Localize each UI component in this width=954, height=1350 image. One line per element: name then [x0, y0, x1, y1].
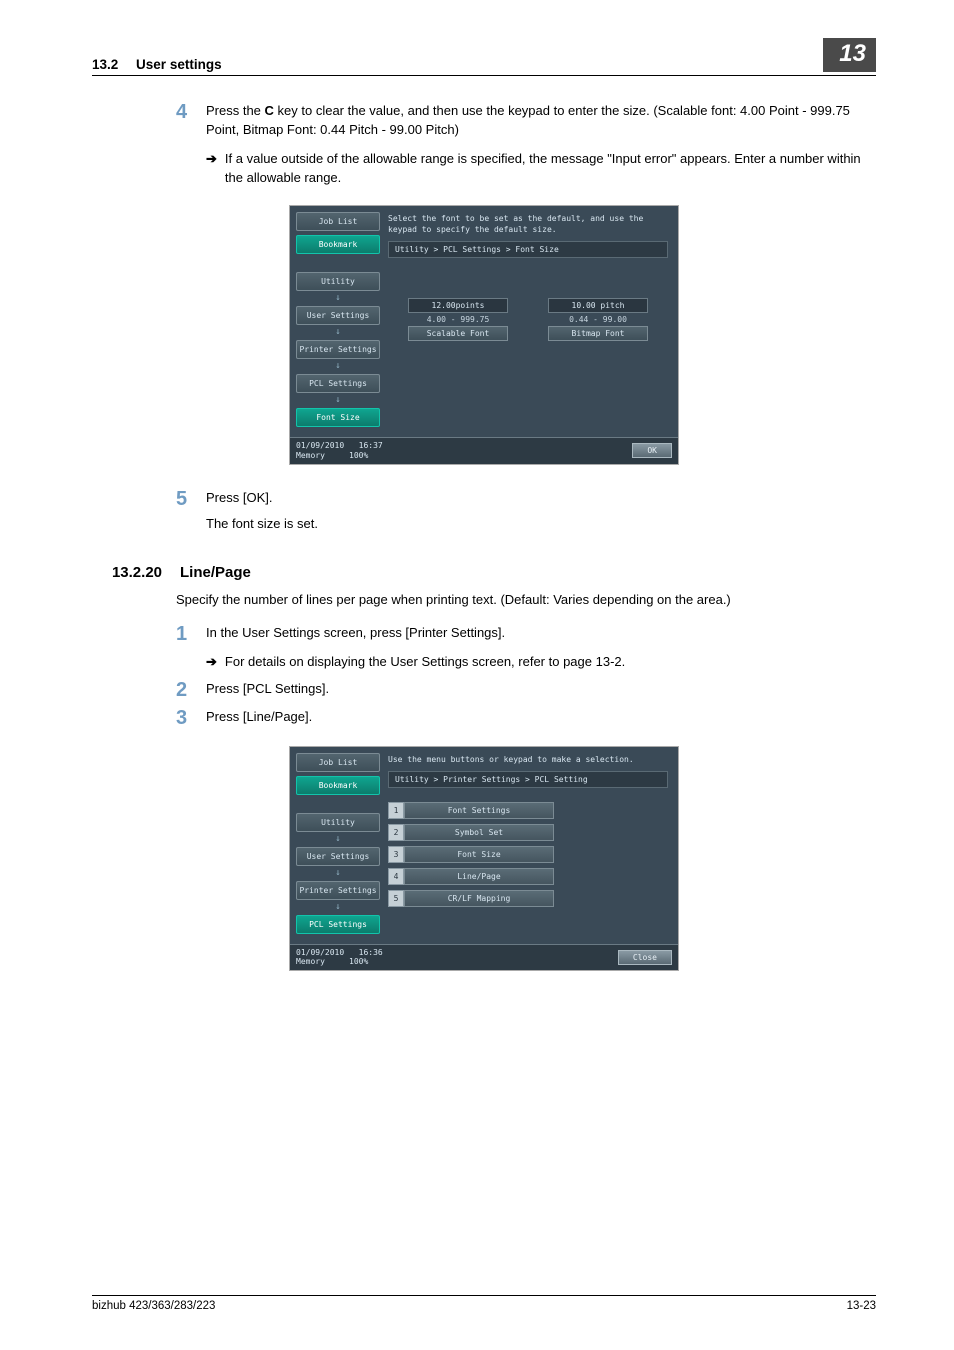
breadcrumb: Utility > PCL Settings > Font Size — [388, 241, 668, 258]
step-3-text: Press [Line/Page]. — [206, 709, 312, 724]
page-footer: bizhub 423/363/283/223 13-23 — [92, 1295, 876, 1312]
panel-footer: 01/09/2010 16:36 Memory 100% Close — [290, 944, 678, 970]
step-number: 5 — [176, 489, 206, 535]
footer-mem-label: Memory — [296, 451, 325, 460]
crumb-utility[interactable]: Utility — [296, 813, 380, 832]
footer-date: 01/09/2010 — [296, 948, 344, 957]
step-4: 4 Press the C key to clear the value, an… — [176, 102, 876, 187]
panel-footer: 01/09/2010 16:37 Memory 100% OK — [290, 437, 678, 463]
footer-mem-label: Memory — [296, 957, 325, 966]
menu-label: Font Settings — [404, 802, 554, 819]
menu-number: 5 — [388, 890, 404, 907]
step-1: 1 In the User Settings screen, press [Pr… — [176, 624, 876, 672]
step-number: 1 — [176, 624, 206, 672]
chevron-down-icon: ↓ — [296, 361, 380, 371]
menu-item-font-settings[interactable]: 1 Font Settings — [388, 802, 668, 819]
step-2-text: Press [PCL Settings]. — [206, 681, 329, 696]
section-intro: Specify the number of lines per page whe… — [176, 591, 876, 610]
chevron-down-icon: ↓ — [296, 327, 380, 337]
scalable-value: 12.00points — [408, 298, 508, 313]
step-number: 3 — [176, 708, 206, 728]
crumb-font-size[interactable]: Font Size — [296, 408, 380, 427]
chevron-down-icon: ↓ — [296, 395, 380, 405]
step-number: 4 — [176, 102, 206, 187]
menu-label: Font Size — [404, 846, 554, 863]
scalable-font-button[interactable]: Scalable Font — [408, 326, 508, 341]
job-list-button[interactable]: Job List — [296, 212, 380, 231]
crumb-pcl-settings[interactable]: PCL Settings — [296, 374, 380, 393]
arrow-icon: ➔ — [206, 150, 217, 188]
step-5: 5 Press [OK]. The font size is set. — [176, 489, 876, 535]
bitmap-range: 0.44 - 99.00 — [548, 315, 648, 324]
page-header: 13.2 User settings 13 — [92, 38, 876, 76]
footer-time: 16:36 — [359, 948, 383, 957]
step-5-line1: Press [OK]. — [206, 489, 876, 508]
footer-model: bizhub 423/363/283/223 — [92, 1300, 215, 1312]
crumb-printer-settings[interactable]: Printer Settings — [296, 340, 380, 359]
step-3: 3 Press [Line/Page]. — [176, 708, 876, 728]
bitmap-font-button[interactable]: Bitmap Font — [548, 326, 648, 341]
crumb-pcl-settings[interactable]: PCL Settings — [296, 915, 380, 934]
crumb-printer-settings[interactable]: Printer Settings — [296, 881, 380, 900]
footer-page: 13-23 — [847, 1300, 876, 1312]
chevron-down-icon: ↓ — [296, 834, 380, 844]
step-1-text: In the User Settings screen, press [Prin… — [206, 625, 505, 640]
step-2: 2 Press [PCL Settings]. — [176, 680, 876, 700]
menu-item-font-size[interactable]: 3 Font Size — [388, 846, 668, 863]
menu-item-line-page[interactable]: 4 Line/Page — [388, 868, 668, 885]
chevron-down-icon: ↓ — [296, 902, 380, 912]
footer-mem-val: 100% — [349, 957, 368, 966]
crumb-user-settings[interactable]: User Settings — [296, 306, 380, 325]
step-4-text-pre: Press the — [206, 103, 265, 118]
scalable-range: 4.00 - 999.75 — [408, 315, 508, 324]
panel-instruction: Select the font to be set as the default… — [388, 212, 668, 241]
menu-label: Line/Page — [404, 868, 554, 885]
menu-number: 1 — [388, 802, 404, 819]
bookmark-button[interactable]: Bookmark — [296, 776, 380, 795]
section-heading: 13.2.20 Line/Page — [92, 564, 876, 581]
menu-label: Symbol Set — [404, 824, 554, 841]
crumb-user-settings[interactable]: User Settings — [296, 847, 380, 866]
crumb-utility[interactable]: Utility — [296, 272, 380, 291]
chapter-badge: 13 — [823, 38, 876, 72]
step-1-bullet: For details on displaying the User Setti… — [225, 653, 625, 672]
menu-item-symbol-set[interactable]: 2 Symbol Set — [388, 824, 668, 841]
step-4-text-post: key to clear the value, and then use the… — [206, 103, 850, 137]
footer-time: 16:37 — [359, 441, 383, 450]
job-list-button[interactable]: Job List — [296, 753, 380, 772]
section-title: Line/Page — [180, 564, 251, 581]
pcl-settings-panel: Job List Bookmark Utility ↓ User Setting… — [289, 746, 679, 971]
step-4-key: C — [265, 103, 274, 118]
menu-item-crlf-mapping[interactable]: 5 CR/LF Mapping — [388, 890, 668, 907]
panel-instruction: Use the menu buttons or keypad to make a… — [388, 753, 668, 771]
step-number: 2 — [176, 680, 206, 700]
footer-date: 01/09/2010 — [296, 441, 344, 450]
menu-number: 3 — [388, 846, 404, 863]
bitmap-value: 10.00 pitch — [548, 298, 648, 313]
font-size-panel: Job List Bookmark Utility ↓ User Setting… — [289, 205, 679, 464]
breadcrumb: Utility > Printer Settings > PCL Setting — [388, 771, 668, 788]
step-4-bullet: If a value outside of the allowable rang… — [225, 150, 876, 188]
menu-number: 2 — [388, 824, 404, 841]
menu-label: CR/LF Mapping — [404, 890, 554, 907]
step-5-line2: The font size is set. — [206, 515, 876, 534]
arrow-icon: ➔ — [206, 653, 217, 672]
footer-mem-val: 100% — [349, 451, 368, 460]
chevron-down-icon: ↓ — [296, 293, 380, 303]
section-number: 13.2.20 — [92, 564, 180, 581]
header-section-number: 13.2 — [92, 57, 118, 72]
ok-button[interactable]: OK — [632, 443, 672, 458]
chevron-down-icon: ↓ — [296, 868, 380, 878]
bookmark-button[interactable]: Bookmark — [296, 235, 380, 254]
menu-number: 4 — [388, 868, 404, 885]
header-section-title: User settings — [136, 57, 222, 72]
close-button[interactable]: Close — [618, 950, 672, 965]
